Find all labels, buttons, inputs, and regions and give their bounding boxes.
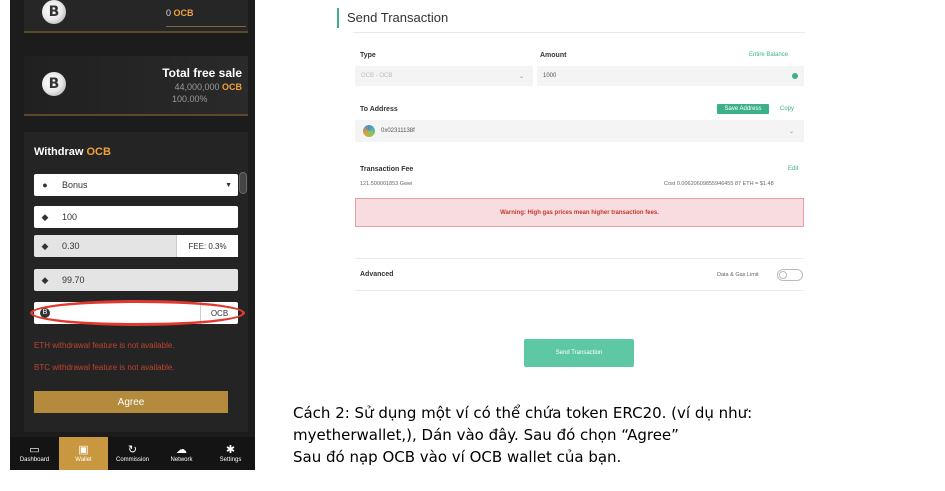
divider — [355, 290, 804, 291]
withdraw-type-value: Bonus — [62, 180, 88, 190]
ocb-coin-icon: B — [42, 0, 66, 24]
withdraw-title-token: OCB — [86, 146, 111, 158]
sale-percent: 100.00% — [172, 94, 208, 104]
instruction-caption: Cách 2: Sử dụng một ví có thể chứa token… — [293, 402, 943, 468]
monitor-icon: ▭ — [29, 444, 40, 456]
form-title: Send Transaction — [337, 8, 448, 28]
withdraw-title-prefix: Withdraw — [34, 146, 84, 158]
tab-commission[interactable]: ↻ Commission — [108, 437, 157, 470]
high-gas-warning: Warning: High gas prices mean higher tra… — [355, 198, 804, 227]
address-value: 0x02311138f — [381, 128, 415, 134]
amount-input[interactable]: 1000 — [537, 66, 804, 86]
tab-settings[interactable]: ✱ Settings — [206, 437, 255, 470]
gas-price: 121.500001853 Gwei — [360, 181, 413, 187]
tab-label: Network — [170, 457, 193, 463]
tab-wallet[interactable]: ▣ Wallet — [59, 437, 108, 470]
withdraw-receive-field: ◆ 99.70 — [34, 269, 238, 291]
tab-label: Wallet — [75, 457, 92, 463]
entire-balance-link[interactable]: Entire Balance — [749, 52, 788, 58]
edit-fee-link[interactable]: Edit — [788, 166, 798, 172]
tab-network[interactable]: ☁ Network — [157, 437, 206, 470]
tab-dashboard[interactable]: ▭ Dashboard — [10, 437, 59, 470]
token-icon: ◆ — [41, 274, 49, 285]
withdraw-type-select[interactable]: ● Bonus ▼ — [34, 174, 238, 196]
type-label: Type — [360, 52, 376, 59]
screenshot: B 0 OCB B Total free sale 44,000,000 OCB… — [0, 0, 945, 491]
balance-card: B 0 OCB — [24, 0, 248, 33]
tab-label: Dashboard — [19, 457, 50, 463]
sale-title: Total free sale — [162, 66, 242, 80]
withdraw-section: Withdraw OCB ● Bonus ▼ ◆ 100 ◆ 0.30 FEE:… — [24, 132, 248, 432]
highlight-ellipse — [30, 300, 245, 326]
withdraw-title: Withdraw OCB — [34, 146, 111, 158]
copy-link[interactable]: Copy — [780, 106, 794, 112]
send-transaction-form: Send Transaction Type Amount Entire Bala… — [337, 0, 817, 380]
sale-amount-value: 44,000,000 — [174, 82, 220, 92]
balance-value: 0 — [166, 8, 172, 18]
chevron-down-icon: ▼ — [225, 181, 232, 189]
balance-text: 0 OCB — [166, 8, 194, 18]
withdraw-amount-input[interactable]: ◆ 100 — [34, 206, 238, 228]
ocb-coin-icon: B — [42, 72, 66, 96]
caption-line: Sau đó nạp OCB vào ví OCB wallet của bạn… — [293, 448, 622, 466]
check-icon — [792, 73, 798, 79]
withdraw-fee-field: ◆ 0.30 FEE: 0.3% — [34, 235, 238, 257]
scrollbar-handle[interactable] — [239, 172, 247, 194]
transaction-cost: Cost 0.00620609855946455 87 ETH = $1.48 — [664, 181, 774, 187]
withdraw-fee-value: 0.30 — [62, 241, 80, 251]
bottom-tab-bar: ▭ Dashboard ▣ Wallet ↻ Commission ☁ Network … — [10, 437, 255, 470]
send-transaction-button[interactable]: Send Transaction — [524, 339, 634, 367]
advanced-label: Advanced — [360, 271, 394, 278]
wallet-icon: ▣ — [78, 444, 89, 456]
agree-button[interactable]: Agree — [34, 391, 228, 413]
divider — [166, 26, 246, 27]
data-gas-limit-toggle[interactable] — [777, 269, 803, 281]
data-gas-limit-label: Data & Gas Limit — [717, 272, 759, 278]
chevron-down-icon: ⌄ — [519, 74, 525, 80]
to-address-input[interactable]: 0x02311138f — [355, 120, 804, 142]
transaction-fee-label: Transaction Fee — [360, 166, 414, 173]
divider — [355, 258, 804, 259]
withdraw-amount-value: 100 — [62, 212, 78, 222]
chevron-down-icon: ⌄ — [789, 129, 795, 135]
tab-label: Settings — [219, 457, 242, 463]
balance-unit: OCB — [173, 8, 194, 18]
token-icon: ◆ — [41, 211, 49, 222]
history-icon: ↻ — [127, 444, 138, 456]
eth-warning: ETH withdrawal feature is not available. — [34, 341, 175, 350]
fee-label: FEE: 0.3% — [176, 235, 238, 257]
amount-value: 1000 — [543, 73, 557, 79]
toggle-knob — [779, 271, 787, 279]
sale-amount: 44,000,000 OCB — [174, 82, 242, 92]
total-free-sale-card: B Total free sale 44,000,000 OCB 100.00% — [24, 56, 248, 116]
divider — [353, 32, 805, 33]
caption-line: myetherwallet,), Dán vào đây. Sau đó chọ… — [293, 426, 679, 444]
btc-warning: BTC withdrawal feature is not available. — [34, 363, 175, 372]
map-pin-icon: ● — [42, 180, 48, 190]
caption-line: Cách 2: Sử dụng một ví có thể chứa token… — [293, 404, 753, 422]
gear-icon: ✱ — [225, 444, 236, 456]
to-address-label: To Address — [360, 106, 398, 113]
withdraw-receive-value: 99.70 — [62, 275, 85, 285]
tab-label: Commission — [115, 457, 149, 463]
sale-amount-unit: OCB — [222, 82, 242, 92]
token-icon: ◆ — [41, 240, 49, 251]
type-value: OCB - OCB — [361, 73, 393, 79]
save-address-button[interactable]: Save Address — [717, 104, 769, 114]
address-identicon — [363, 125, 375, 137]
mobile-wallet-panel: B 0 OCB B Total free sale 44,000,000 OCB… — [10, 0, 255, 470]
type-select[interactable]: OCB - OCB — [355, 66, 533, 86]
amount-label: Amount — [540, 52, 567, 59]
cloud-icon: ☁ — [176, 444, 187, 456]
